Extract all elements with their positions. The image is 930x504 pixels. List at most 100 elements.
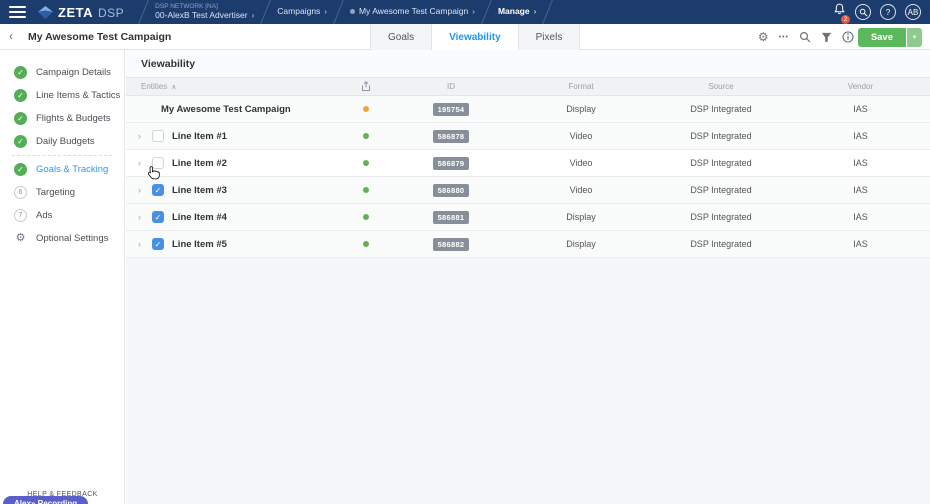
search-icon[interactable] xyxy=(799,31,811,43)
source-cell: DSP Integrated xyxy=(651,131,791,141)
chevron-right-icon: › xyxy=(472,7,475,16)
vendor-cell: IAS xyxy=(791,185,930,195)
sidebar-item-label: Line Items & Tactics xyxy=(36,90,120,101)
help-icon[interactable]: ? xyxy=(880,4,896,20)
tab-pixels[interactable]: Pixels xyxy=(518,24,581,50)
step-complete-check-icon: ✓ xyxy=(14,135,27,148)
checkbox-checked[interactable]: ✓ xyxy=(152,184,164,196)
table-row[interactable]: ›Line Item #1586878VideoDSP IntegratedIA… xyxy=(126,123,930,150)
sidebar-item-daily-budgets[interactable]: ✓ Daily Budgets xyxy=(0,130,124,153)
table-row[interactable]: ›✓Line Item #5586882DisplayDSP Integrate… xyxy=(126,231,930,258)
sidebar-item-label: Daily Budgets xyxy=(36,136,95,147)
column-format[interactable]: Format xyxy=(511,82,651,91)
expand-chevron-icon[interactable]: › xyxy=(138,131,144,141)
entity-name[interactable]: Line Item #2 xyxy=(172,158,227,169)
format-cell: Video xyxy=(511,185,651,195)
table-row[interactable]: My Awesome Test Campaign195754DisplayDSP… xyxy=(126,96,930,123)
breadcrumb-divider xyxy=(480,0,494,24)
status-dot xyxy=(363,160,369,166)
source-cell: DSP Integrated xyxy=(651,104,791,114)
id-badge: 586881 xyxy=(433,211,470,224)
step-number-badge: 7 xyxy=(14,209,27,222)
table-row[interactable]: ›✓Line Item #3586880VideoDSP IntegratedI… xyxy=(126,177,930,204)
column-entities[interactable]: Entities ∧ xyxy=(126,82,341,91)
sidebar-item-ads[interactable]: 7 Ads xyxy=(0,204,124,227)
export-share-icon[interactable] xyxy=(341,81,391,92)
more-options-icon[interactable]: ••• xyxy=(779,34,789,41)
save-button[interactable]: Save xyxy=(858,28,906,47)
column-id[interactable]: ID xyxy=(391,82,511,91)
entity-name[interactable]: Line Item #5 xyxy=(172,239,227,250)
breadcrumb-text: Manage xyxy=(498,7,530,17)
checkbox-checked[interactable]: ✓ xyxy=(152,211,164,223)
status-cell xyxy=(341,133,391,139)
entity-cell: › Line Item #1 xyxy=(126,130,341,142)
tab-goals[interactable]: Goals xyxy=(370,24,431,50)
source-cell: DSP Integrated xyxy=(651,239,791,249)
breadcrumb-item[interactable]: Manage› xyxy=(498,7,536,17)
avatar[interactable]: AB xyxy=(905,4,921,20)
sidebar-item-line-items-tactics[interactable]: ✓Line Items & Tactics xyxy=(0,84,124,107)
breadcrumb-divider xyxy=(332,0,346,24)
tab-viewability[interactable]: Viewability xyxy=(431,24,518,50)
page-header: ‹ My Awesome Test Campaign GoalsViewabil… xyxy=(0,24,930,50)
save-split-button[interactable]: Save ▼ xyxy=(858,28,922,47)
id-badge: 586878 xyxy=(433,130,470,143)
id-cell: 586882 xyxy=(391,238,511,251)
checkbox-unchecked[interactable] xyxy=(152,157,164,169)
checkbox-checked[interactable]: ✓ xyxy=(152,238,164,250)
save-dropdown-caret[interactable]: ▼ xyxy=(907,28,922,47)
table-row[interactable]: ›Line Item #2586879VideoDSP IntegratedIA… xyxy=(126,150,930,177)
source-cell: DSP Integrated xyxy=(651,185,791,195)
campaign-status-dot xyxy=(350,9,355,14)
back-chevron-icon[interactable]: ‹ xyxy=(9,29,13,43)
viewability-panel: Viewability Entities ∧ ID Format Source … xyxy=(126,50,930,504)
breadcrumb-item[interactable]: Campaigns› xyxy=(277,7,327,17)
breadcrumb-item[interactable]: My Awesome Test Campaign › xyxy=(350,7,475,17)
status-dot xyxy=(363,187,369,193)
expand-chevron-icon[interactable]: › xyxy=(138,239,144,249)
breadcrumb-text: My Awesome Test Campaign xyxy=(359,7,468,17)
notifications-bell-icon[interactable]: 2 xyxy=(833,3,846,21)
breadcrumb-text: Campaigns xyxy=(277,7,320,17)
page-title: My Awesome Test Campaign xyxy=(28,31,171,43)
expand-chevron-icon[interactable]: › xyxy=(138,158,144,168)
vendor-cell: IAS xyxy=(791,212,930,222)
id-badge: 586879 xyxy=(433,157,470,170)
entity-name[interactable]: Line Item #3 xyxy=(172,185,227,196)
entity-cell: › ✓ Line Item #3 xyxy=(126,184,341,196)
breadcrumb-label: Campaigns› xyxy=(277,7,327,17)
entity-name[interactable]: My Awesome Test Campaign xyxy=(161,104,291,115)
hamburger-menu-icon[interactable] xyxy=(9,3,26,21)
column-vendor[interactable]: Vendor xyxy=(791,82,930,91)
entity-cell: My Awesome Test Campaign xyxy=(126,104,341,115)
column-source[interactable]: Source xyxy=(651,82,791,91)
vendor-cell: IAS xyxy=(791,104,930,114)
entity-name[interactable]: Line Item #1 xyxy=(172,131,227,142)
info-icon[interactable] xyxy=(842,31,854,43)
global-search-icon[interactable] xyxy=(855,4,871,20)
expand-chevron-icon[interactable]: › xyxy=(138,185,144,195)
zeta-dsp-logo[interactable]: ZETA DSP xyxy=(38,5,124,20)
breadcrumb-label: Manage› xyxy=(498,7,536,17)
breadcrumb-item[interactable]: DSP NETWORK [NA]00-AlexB Test Advertiser… xyxy=(155,3,254,20)
vendor-cell: IAS xyxy=(791,158,930,168)
expand-chevron-icon[interactable]: › xyxy=(138,212,144,222)
sidebar-item-optional-settings[interactable]: ⚙Optional Settings xyxy=(0,227,124,250)
sidebar-item-goals-tracking[interactable]: ✓Goals & Tracking xyxy=(0,158,124,181)
sidebar-item-campaign-details[interactable]: ✓Campaign Details xyxy=(0,61,124,84)
entity-name[interactable]: Line Item #4 xyxy=(172,212,227,223)
filter-funnel-icon[interactable] xyxy=(821,32,832,43)
checkbox-unchecked[interactable] xyxy=(152,130,164,142)
settings-gear-icon[interactable]: ⚙ xyxy=(758,30,769,44)
status-dot xyxy=(363,241,369,247)
status-cell xyxy=(341,187,391,193)
sidebar-item-targeting[interactable]: 6Targeting xyxy=(0,181,124,204)
entity-cell: › ✓ Line Item #5 xyxy=(126,238,341,250)
sidebar-item-flights-budgets[interactable]: ✓Flights & Budgets xyxy=(0,107,124,130)
id-cell: 586881 xyxy=(391,211,511,224)
gear-icon: ⚙ xyxy=(14,232,27,245)
sidebar-item-label: Ads xyxy=(36,210,52,221)
id-cell: 586879 xyxy=(391,157,511,170)
table-row[interactable]: ›✓Line Item #4586881DisplayDSP Integrate… xyxy=(126,204,930,231)
